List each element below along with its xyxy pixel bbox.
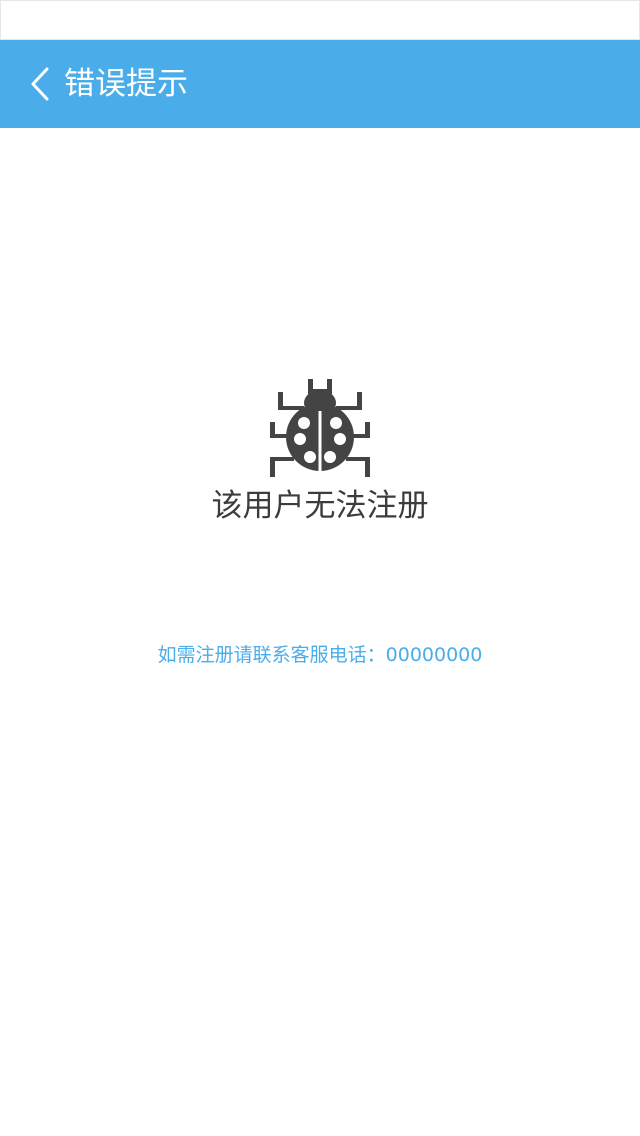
contact-phone-text[interactable]: 如需注册请联系客服电话：00000000 [0,640,640,670]
bug-icon [270,379,370,477]
status-bar [0,0,640,40]
chevron-left-icon [31,67,49,101]
back-button[interactable] [20,58,60,110]
page-title: 错误提示 [64,66,188,102]
nav-bar: 错误提示 [0,40,640,128]
page: 错误提示 该用户无法注册 如需注册请联系客服电话：00000000 [0,0,640,1136]
error-message: 该用户无法注册 [211,488,429,524]
